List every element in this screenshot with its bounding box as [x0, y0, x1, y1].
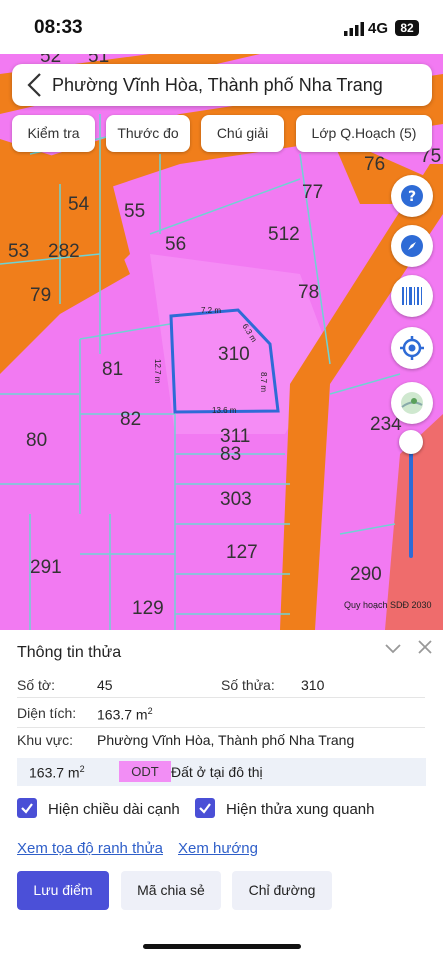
zoning-row: 163.7 m2 ODT Đất ở tại đô thị: [17, 758, 426, 786]
region-value: Phường Vĩnh Hòa, Thành phố Nha Trang: [97, 732, 355, 748]
question-icon: ?: [401, 185, 423, 207]
parcel-edge-length: 8.7 m: [259, 372, 268, 393]
sheet-number-value: 45: [97, 677, 113, 693]
barcode-icon: [402, 287, 422, 305]
zoning-area: 163.7 m2: [29, 764, 85, 781]
sheet-number-label: Số tờ:: [17, 677, 55, 693]
show-neighbors-checkbox[interactable]: [195, 798, 215, 818]
parcel-number-label: 82: [120, 409, 142, 430]
area-label: Diện tích:: [17, 705, 77, 721]
parcel-info-panel: Thông tin thửa Số tờ: 45 Số thửa: 310 Di…: [0, 630, 443, 960]
measure-chip[interactable]: Thước đo: [106, 115, 190, 152]
parcel-number-label: 54: [68, 194, 90, 215]
parcel-number-label: 290: [350, 564, 382, 585]
show-edge-length-checkbox[interactable]: [17, 798, 37, 818]
divider: [17, 697, 425, 698]
check-chip[interactable]: Kiểm tra: [12, 115, 95, 152]
view-boundary-coordinates-link[interactable]: Xem tọa độ ranh thửa: [17, 840, 163, 857]
parcel-number-label: 310: [218, 344, 250, 365]
home-indicator: [143, 944, 301, 949]
parcel-number-value: 310: [301, 677, 325, 693]
my-location-button[interactable]: [391, 327, 433, 369]
show-neighbors-label[interactable]: Hiện thửa xung quanh: [226, 801, 374, 818]
battery-icon: 82: [395, 20, 419, 36]
parcel-number-label: 512: [268, 224, 300, 245]
svg-text:?: ?: [408, 189, 416, 205]
check-icon: [199, 803, 211, 814]
map-layer-icon: [401, 392, 423, 414]
parcel-number-label: 129: [132, 598, 164, 619]
chevron-down-icon[interactable]: [384, 642, 402, 656]
parcel-number-label: 79: [30, 285, 52, 306]
area-value: 163.7 m2: [97, 706, 153, 723]
status-bar: 08:33 4G 82: [0, 0, 443, 54]
region-label: Khu vực:: [17, 732, 74, 748]
planning-layer-chip[interactable]: Lớp Q.Hoạch (5): [296, 115, 432, 152]
view-direction-link[interactable]: Xem hướng: [178, 840, 258, 857]
parcel-number-label: 76: [364, 154, 386, 175]
map-layer-caption: Quy hoạch SDĐ 2030: [344, 600, 432, 610]
parcel-number-label: 53: [8, 241, 30, 262]
close-icon[interactable]: [418, 640, 432, 654]
barcode-button[interactable]: [391, 275, 433, 317]
zoning-code-badge: ODT: [119, 761, 171, 782]
parcel-edge-length: 12.7 m: [153, 359, 162, 384]
parcel-number-label: Số thửa:: [221, 677, 275, 693]
location-title: Phường Vĩnh Hòa, Thành phố Nha Trang: [52, 75, 383, 95]
parcel-number-label: 80: [26, 430, 48, 451]
zoom-slider-track[interactable]: [409, 440, 413, 558]
parcel-number-label: 81: [102, 359, 124, 380]
panel-title: Thông tin thửa: [17, 644, 122, 661]
compass-button[interactable]: [391, 225, 433, 267]
zoom-slider-handle[interactable]: [399, 430, 423, 454]
divider: [17, 727, 425, 728]
parcel-number-label: 83: [220, 444, 242, 465]
parcel-number-label: 127: [226, 542, 258, 563]
help-button[interactable]: ?: [391, 175, 433, 217]
parcel-edge-length: 7.2 m: [201, 306, 222, 315]
map-type-button[interactable]: [391, 382, 433, 424]
parcel-number-label: 291: [30, 557, 62, 578]
signal-icon: [344, 22, 364, 36]
check-icon: [21, 803, 33, 814]
parcel-number-label: 78: [298, 282, 320, 303]
parcel-number-label: 77: [302, 182, 324, 203]
compass-icon: [401, 235, 423, 257]
parcel-number-label: 55: [124, 201, 146, 222]
share-code-button[interactable]: Mã chia sẻ: [121, 871, 221, 910]
network-type: 4G: [368, 20, 389, 37]
parcel-number-label: 282: [48, 241, 80, 262]
parcel-number-label: 56: [165, 234, 187, 255]
back-arrow-icon[interactable]: [22, 71, 48, 99]
location-target-icon: [400, 336, 424, 360]
parcel-edge-length: 13.6 m: [212, 406, 237, 415]
show-edge-length-label[interactable]: Hiện chiều dài cạnh: [48, 801, 180, 818]
zoning-description: Đất ở tại đô thị: [171, 764, 263, 780]
directions-button[interactable]: Chỉ đường: [232, 871, 332, 910]
parcel-number-label: 303: [220, 489, 252, 510]
legend-chip[interactable]: Chú giải: [201, 115, 284, 152]
status-time: 08:33: [34, 17, 83, 38]
location-search-bar[interactable]: Phường Vĩnh Hòa, Thành phố Nha Trang: [12, 64, 432, 106]
save-point-button[interactable]: Lưu điểm: [17, 871, 109, 910]
